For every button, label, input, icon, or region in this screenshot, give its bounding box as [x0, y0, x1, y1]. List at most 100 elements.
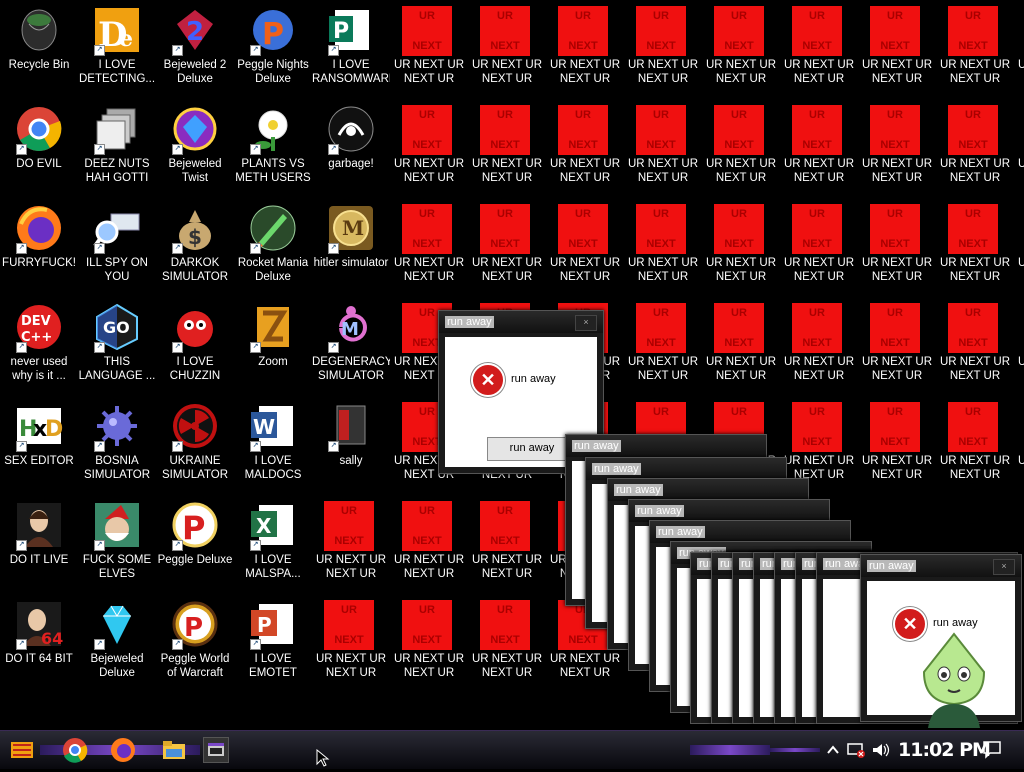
desktop-icon[interactable]: 64 ↗ DO IT 64 BIT	[0, 594, 78, 693]
desktop-icon-ur-next[interactable]: URNEXTUR NEXT UR NEXT UR NE...	[390, 495, 468, 594]
desktop-icon-ur-next[interactable]: URNEXTUR NEXT UR NEXT UR NE...	[858, 198, 936, 297]
desktop-icon-label: DEEZ NUTS HAH GOTTI	[84, 158, 150, 184]
desktop-icon-ur-next[interactable]: URNEXTUR NEXT UR NEXT UR NE...	[624, 297, 702, 396]
desktop-icon[interactable]: ↗ PLANTS VS METH USERS	[234, 99, 312, 198]
desktop-icon[interactable]: ↗ I LOVE CHUZZIN	[156, 297, 234, 396]
desktop-icon-ur-next[interactable]: URNEXTUR NEXT UR NEXT UR NE...	[780, 0, 858, 99]
desktop-icon-ur-next[interactable]: URNEXTUR NEXT UR NEXT UR NE...	[780, 198, 858, 297]
desktop-icon-ur-next[interactable]: URNEXTUR NEXT UR NEXT UR NE...	[702, 99, 780, 198]
desktop-icon[interactable]: P ↗ Peggle Deluxe	[156, 495, 234, 594]
ur-next-image-bottom-text: NEXT	[880, 40, 910, 52]
taskbar-file-explorer[interactable]	[160, 736, 188, 764]
desktop-icon[interactable]: M ↗ DEGENERACY SIMULATOR	[312, 297, 390, 396]
tray-overflow-button[interactable]	[826, 741, 840, 759]
desktop-icon-ur-next[interactable]: URNEXTUR NEXT UR NEXT UR NE...	[468, 99, 546, 198]
desktop-icon[interactable]: ↗ Bejeweled Deluxe	[78, 594, 156, 693]
taskbar-firefox[interactable]	[109, 736, 137, 764]
desktop-icon-ur-next[interactable]: URNEXTUR NEXT UR NEXT UR NE...	[1014, 198, 1024, 297]
start-button[interactable]	[8, 736, 36, 764]
taskbar-clock[interactable]: 11:02 PM	[898, 739, 991, 761]
desktop-icon-ur-next[interactable]: URNEXTUR NEXT UR NEXT UR NE...	[936, 297, 1014, 396]
dialog-titlebar[interactable]: run away ×	[439, 311, 603, 333]
desktop-icon-ur-next[interactable]: URNEXTUR NEXT UR NEXT UR NE...	[1014, 0, 1024, 99]
desktop-icon[interactable]: ↗ garbage!	[312, 99, 390, 198]
dialog-titlebar[interactable]: run away	[650, 521, 850, 543]
desktop-icon-ur-next[interactable]: URNEXTUR NEXT UR NEXT UR NE...	[390, 0, 468, 99]
desktop-icon-ur-next[interactable]: URNEXTUR NEXT UR NEXT UR NE...	[624, 0, 702, 99]
desktop-icon[interactable]: Recycle Bin	[0, 0, 78, 99]
desktop-icon[interactable]: ↗ Bejeweled Twist	[156, 99, 234, 198]
desktop-icon[interactable]: ↗ ILL SPY ON YOU	[78, 198, 156, 297]
desktop-icon-ur-next[interactable]: URNEXTUR NEXT UR NEXT UR NE...	[780, 99, 858, 198]
desktop-icon[interactable]: GO ↗ THIS LANGUAGE ...	[78, 297, 156, 396]
dialog-titlebar[interactable]: run away	[586, 458, 786, 480]
desktop-icon-ur-next[interactable]: URNEXTUR NEXT UR NEXT UR NE...	[390, 594, 468, 693]
tray-volume[interactable]	[870, 740, 890, 760]
desktop-icon-ur-next[interactable]: URNEXTUR NEXT UR NEXT UR NE...	[858, 0, 936, 99]
desktop-icon-ur-next[interactable]: URNEXTUR NEXT UR NEXT UR NE...	[1014, 99, 1024, 198]
desktop-icon-ur-next[interactable]: URNEXTUR NEXT UR NEXT UR NE...	[858, 297, 936, 396]
dialog-titlebar[interactable]: run away ×	[861, 555, 1021, 577]
desktop-icon-ur-next[interactable]: URNEXTUR NEXT UR NEXT UR NE...	[624, 99, 702, 198]
desktop-icon-ur-next[interactable]: URNEXTUR NEXT UR NEXT UR NE...	[624, 198, 702, 297]
desktop-icon[interactable]: P ↗ I LOVE RANSOMWARE	[312, 0, 390, 99]
desktop-icon-label: THIS LANGUAGE ...	[78, 356, 156, 382]
desktop-icon-ur-next[interactable]: URNEXTUR NEXT UR NEXT UR NE...	[780, 297, 858, 396]
desktop-icon[interactable]: ↗ DO EVIL	[0, 99, 78, 198]
desktop-icon[interactable]: ↗ DO IT LIVE	[0, 495, 78, 594]
desktop-icon-ur-next[interactable]: URNEXTUR NEXT UR NEXT UR NE...	[468, 198, 546, 297]
desktop-icon-ur-next[interactable]: URNEXTUR NEXT UR NEXT UR NE...	[468, 594, 546, 693]
run-away-button[interactable]: run away	[487, 437, 577, 461]
desktop-icon[interactable]: 2 ↗ Bejeweled 2 Deluxe	[156, 0, 234, 99]
desktop-icon-ur-next[interactable]: URNEXTUR NEXT UR NEXT UR NE...	[1014, 396, 1024, 495]
desktop-icon[interactable]: ↗ FUCK SOME ELVES	[78, 495, 156, 594]
desktop-icon-ur-next[interactable]: URNEXTUR NEXT UR NEXT UR NE...	[468, 0, 546, 99]
desktop-icon-ur-next[interactable]: URNEXTUR NEXT UR NEXT UR NE...	[936, 0, 1014, 99]
desktop-icon[interactable]: P ↗ Peggle Nights Deluxe	[234, 0, 312, 99]
desktop-icon-ur-next[interactable]: URNEXTUR NEXT UR NEXT UR NE...	[546, 198, 624, 297]
desktop-icon-ur-next[interactable]: URNEXTUR NEXT UR NEXT UR NE...	[936, 396, 1014, 495]
desktop-icon[interactable]: ↗ Zoom	[234, 297, 312, 396]
desktop-icon-ur-next[interactable]: URNEXTUR NEXT UR NEXT UR NE...	[468, 495, 546, 594]
desktop-icon[interactable]: P ↗ I LOVE EMOTET	[234, 594, 312, 693]
tray-network[interactable]	[846, 740, 866, 760]
desktop-icon[interactable]: De ↗ I LOVE DETECTING...	[78, 0, 156, 99]
desktop-icon-ur-next[interactable]: URNEXTUR NEXT UR NEXT UR NE...	[936, 99, 1014, 198]
desktop-icon-ur-next[interactable]: URNEXTUR NEXT UR NEXT UR NE...	[390, 99, 468, 198]
notification-center-button[interactable]	[982, 739, 1002, 759]
desktop-icon-ur-next[interactable]: URNEXTUR NEXT UR NEXT UR NE...	[312, 495, 390, 594]
desktop-icon-label: UR NEXT UR NEXT UR NE...	[393, 59, 465, 85]
desktop-icon[interactable]: M ↗ hitler simulator	[312, 198, 390, 297]
dialog-titlebar[interactable]: run away	[608, 479, 808, 501]
desktop-icon-ur-next[interactable]: URNEXTUR NEXT UR NEXT UR NE...	[858, 396, 936, 495]
desktop-icon[interactable]: ↗ DEEZ NUTS HAH GOTTI	[78, 99, 156, 198]
desktop-icon-ur-next[interactable]: URNEXTUR NEXT UR NEXT UR NE...	[546, 99, 624, 198]
dialog-close-button[interactable]: ×	[575, 315, 597, 331]
desktop-icon-label: UR NEXT UR NEXT UR NE...	[783, 59, 855, 85]
desktop-icon[interactable]: Hx D ↗ SEX EDITOR	[0, 396, 78, 495]
desktop-icon-ur-next[interactable]: URNEXTUR NEXT UR NEXT UR NE...	[702, 297, 780, 396]
desktop-icon[interactable]: W ↗ I LOVE MALDOCS	[234, 396, 312, 495]
dialog-titlebar[interactable]: run away	[566, 435, 766, 457]
desktop-icon-ur-next[interactable]: URNEXTUR NEXT UR NEXT UR NE...	[858, 99, 936, 198]
desktop-icon-ur-next[interactable]: URNEXTUR NEXT UR NEXT UR NE...	[312, 594, 390, 693]
desktop-icon-ur-next[interactable]: URNEXTUR NEXT UR NEXT UR NE...	[1014, 297, 1024, 396]
desktop-icon-ur-next[interactable]: URNEXTUR NEXT UR NEXT UR NE...	[936, 198, 1014, 297]
desktop-icon[interactable]: ↗ sally	[312, 396, 390, 495]
desktop-icon[interactable]: DEV C++ ↗ never used why is it ...	[0, 297, 78, 396]
desktop-icon[interactable]: ↗ FURRYFUCK!	[0, 198, 78, 297]
desktop-icon[interactable]: P↗ Peggle World of Warcraft Edition	[156, 594, 234, 693]
desktop-icon[interactable]: $ ↗ DARKOK SIMULATOR	[156, 198, 234, 297]
desktop-icon-ur-next[interactable]: URNEXTUR NEXT UR NEXT UR NE...	[546, 0, 624, 99]
desktop-icon-ur-next[interactable]: URNEXTUR NEXT UR NEXT UR NE...	[702, 0, 780, 99]
desktop-icon[interactable]: ↗ UKRAINE SIMULATOR	[156, 396, 234, 495]
taskbar-chrome[interactable]	[61, 736, 89, 764]
desktop-icon[interactable]: X ↗ I LOVE MALSPA...	[234, 495, 312, 594]
dialog-titlebar[interactable]: run away	[629, 500, 829, 522]
desktop-icon[interactable]: ↗ BOSNIA SIMULATOR	[78, 396, 156, 495]
taskbar-console[interactable]	[203, 737, 229, 763]
desktop-icon-ur-next[interactable]: URNEXTUR NEXT UR NEXT UR NE...	[390, 198, 468, 297]
dialog-close-button[interactable]: ×	[993, 559, 1015, 575]
desktop-icon-ur-next[interactable]: URNEXTUR NEXT UR NEXT UR NE...	[702, 198, 780, 297]
desktop-icon[interactable]: ↗ Rocket Mania Deluxe	[234, 198, 312, 297]
